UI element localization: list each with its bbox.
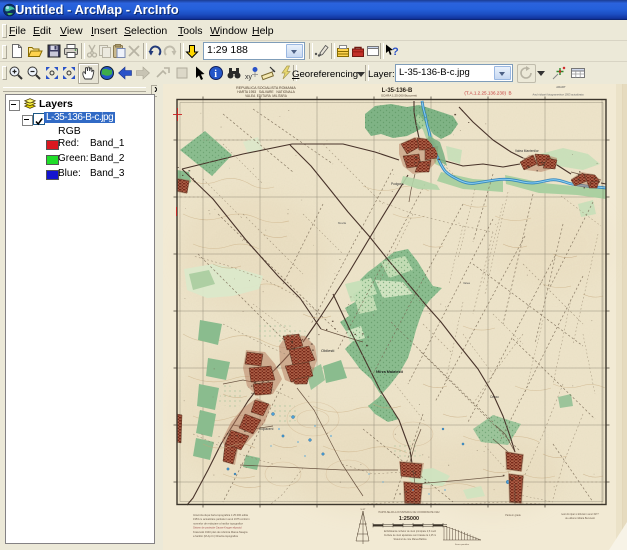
svg-text:5°47': 5°47' bbox=[361, 509, 367, 511]
svg-text:Valea Mantenilor: Valea Mantenilor bbox=[515, 149, 540, 153]
svg-text:?: ? bbox=[392, 46, 399, 58]
svg-text:i: i bbox=[214, 69, 217, 80]
svg-text:(T.A.1.2.25.136.230) B: (T.A.1.2.25.136.230) B bbox=[464, 91, 511, 96]
svg-text:Iesit din tipar si difuzat in: Iesit din tipar si difuzat in anul 1977 bbox=[561, 513, 599, 516]
svg-text:VALEA EDITURA MILITARA: VALEA EDITURA MILITARA bbox=[245, 94, 288, 98]
svg-text:SCARA 1:25.000 Bucuresti: SCARA 1:25.000 Bucuresti bbox=[381, 94, 417, 98]
svg-text:Krasovski 1940 plan de referin: Krasovski 1940 plan de referinta Marea N… bbox=[193, 530, 248, 534]
svg-text:Sistemul de cote Marea Baltica: Sistemul de cote Marea Baltica bbox=[394, 538, 428, 541]
svg-text:Valea: Valea bbox=[463, 281, 470, 285]
svg-text:Anul ridicarii fotogrametrice: Anul ridicarii fotogrametrice 1953 actua… bbox=[532, 93, 584, 97]
svg-text:de editura militara Bucuresti: de editura militara Bucuresti bbox=[565, 517, 595, 520]
svg-text:xy: xy bbox=[245, 74, 253, 81]
svg-text:1953 cu actualizare partiala i: 1953 cu actualizare partiala in anul 197… bbox=[193, 517, 250, 521]
svg-text:Sistem de proiectie Gauss-Krug: Sistem de proiectie Gauss-Kruger elipsoi… bbox=[193, 526, 242, 530]
svg-text:Copaceni: Copaceni bbox=[259, 427, 274, 431]
svg-text:1:25000: 1:25000 bbox=[399, 516, 419, 522]
svg-text:Cerau: Cerau bbox=[490, 395, 499, 399]
svg-text:HARTA SE AFLA IN SISTEMUL DE C: HARTA SE AFLA IN SISTEMUL DE COORDONATE … bbox=[378, 511, 440, 514]
svg-text:Obilesti: Obilesti bbox=[321, 348, 334, 353]
svg-text:Scara pantelor: Scara pantelor bbox=[455, 543, 469, 546]
svg-text:normelor de redactare a hartil: normelor de redactare a hartilor topogra… bbox=[193, 521, 243, 525]
svg-text:ARART: ARART bbox=[556, 85, 566, 89]
svg-text:a hartilor (M.Ap.N.) Directia: a hartilor (M.Ap.N.) Directia topografic… bbox=[193, 534, 239, 538]
svg-text:Panta in grade: Panta in grade bbox=[505, 514, 521, 517]
svg-text:Intocmita dupa harta topografi: Intocmita dupa harta topografica 1:25.00… bbox=[193, 513, 248, 517]
svg-text:Movila: Movila bbox=[338, 221, 347, 225]
svg-text:Echidistanta curbelor de nivel: Echidistanta curbelor de nivel principal… bbox=[384, 530, 437, 533]
svg-text:Curbele de nivel ajutatoare su: Curbele de nivel ajutatoare sunt trasate… bbox=[384, 534, 436, 537]
